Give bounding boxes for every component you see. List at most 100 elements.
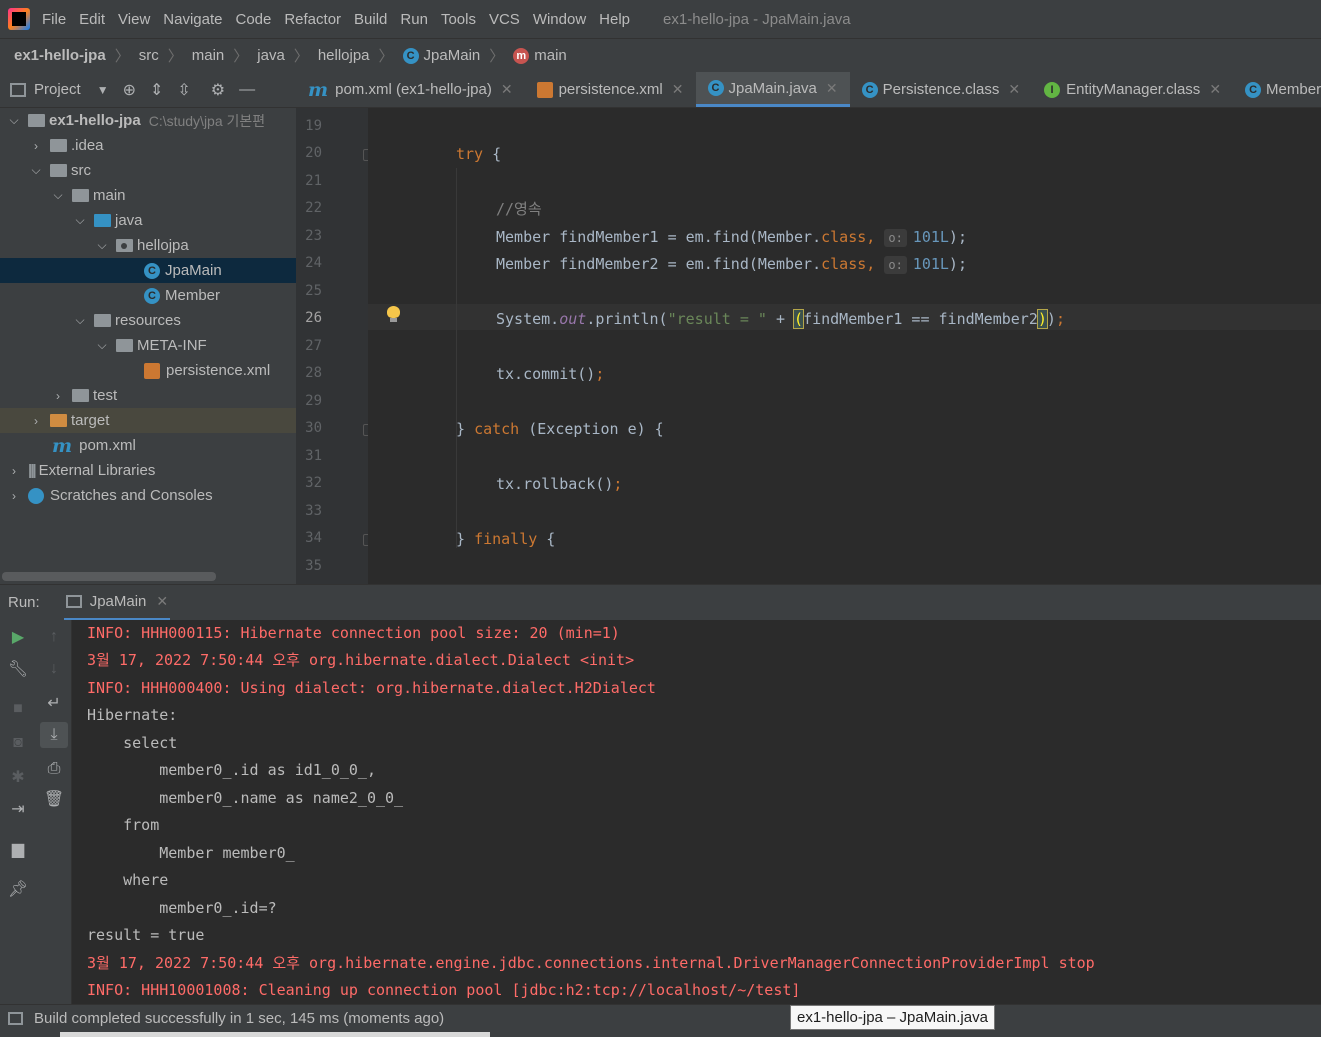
run-tab-jpamain[interactable]: JpaMain ✕: [63, 585, 171, 621]
tree-item-persistence-xml[interactable]: persistence.xml: [0, 358, 296, 383]
wrench-icon[interactable]: 🔧︎: [0, 656, 36, 682]
breadcrumb-project[interactable]: ex1-hello-jpa: [14, 47, 106, 64]
breadcrumb-method-main[interactable]: m main: [513, 47, 567, 64]
layout-icon[interactable]: ▆: [0, 836, 36, 862]
collapse-all-icon[interactable]: ⇳: [177, 80, 190, 100]
chevron-down-icon[interactable]: ⌵: [72, 213, 88, 228]
tree-item-hellojpa[interactable]: ⌵ hellojpa: [0, 233, 296, 258]
menu-edit[interactable]: Edit: [79, 11, 105, 28]
breadcrumb-src[interactable]: src: [139, 47, 159, 64]
chevron-right-icon[interactable]: ›: [28, 139, 44, 153]
chevron-right-icon[interactable]: ›: [6, 489, 22, 503]
tab-entitymanager-class[interactable]: I EntityManager.class ✕: [1032, 72, 1233, 107]
tree-label: resources: [115, 312, 181, 329]
module-folder-icon: [28, 114, 45, 127]
status-bar: Build completed successfully in 1 sec, 1…: [0, 1004, 1321, 1032]
menu-vcs[interactable]: VCS: [489, 11, 520, 28]
up-arrow-icon[interactable]: ↑: [36, 624, 72, 650]
toggle-tool-windows-icon[interactable]: [8, 1012, 23, 1025]
line-number: 27: [305, 338, 322, 354]
tree-item-resources[interactable]: ⌵ resources: [0, 308, 296, 333]
close-icon[interactable]: ✕: [1008, 81, 1020, 98]
code-line-20: try {: [456, 143, 501, 165]
project-view-selector[interactable]: Project: [34, 81, 81, 98]
close-icon[interactable]: ✕: [672, 81, 684, 98]
tree-item-test[interactable]: › test: [0, 383, 296, 408]
menu-build[interactable]: Build: [354, 11, 387, 28]
breadcrumb-hellojpa[interactable]: hellojpa: [318, 47, 370, 64]
menu-code[interactable]: Code: [235, 11, 271, 28]
lightbulb-icon[interactable]: [387, 306, 400, 322]
chevron-down-icon[interactable]: ⌵: [94, 238, 110, 253]
tree-item-meta-inf[interactable]: ⌵ META-INF: [0, 333, 296, 358]
menu-window[interactable]: Window: [533, 11, 586, 28]
exit-icon[interactable]: ⇥: [0, 796, 36, 822]
tree-item-scratches[interactable]: › Scratches and Consoles: [0, 483, 296, 508]
tree-item-member[interactable]: C Member: [0, 283, 296, 308]
taskbar-strip: [0, 1032, 1321, 1037]
menu-help[interactable]: Help: [599, 11, 630, 28]
chevron-right-icon[interactable]: ›: [28, 414, 44, 428]
menu-tools[interactable]: Tools: [441, 11, 476, 28]
menu-view[interactable]: View: [118, 11, 150, 28]
menu-refactor[interactable]: Refactor: [284, 11, 341, 28]
chevron-right-icon[interactable]: ›: [50, 389, 66, 403]
tab-persistence-xml[interactable]: persistence.xml ✕: [525, 72, 696, 107]
chevron-down-icon[interactable]: ⌵: [28, 163, 44, 178]
tree-item-project[interactable]: ⌵ ex1-hello-jpa C:\study\jpa 기본편: [0, 108, 296, 133]
code-editor[interactable]: try { //영속 Member findMember1 = em.find(…: [368, 108, 1321, 584]
code-token: ;: [613, 475, 623, 493]
tab-jpamain-java[interactable]: C JpaMain.java ✕: [695, 72, 850, 107]
breadcrumb-jpamain[interactable]: C JpaMain: [402, 47, 480, 64]
close-icon[interactable]: ✕: [156, 593, 168, 610]
console-line: Member member0_: [87, 844, 295, 862]
dropdown-arrow-icon[interactable]: ▼: [97, 83, 109, 97]
debug-icon[interactable]: ✱: [0, 764, 36, 790]
tree-item-src[interactable]: ⌵ src: [0, 158, 296, 183]
tree-item-jpamain[interactable]: C JpaMain: [0, 258, 296, 283]
console-output[interactable]: INFO: HHH000115: Hibernate connection po…: [72, 620, 1321, 1004]
breadcrumb-java[interactable]: java: [257, 47, 285, 64]
locate-target-icon[interactable]: ⊕: [123, 80, 136, 100]
editor-gutter: 19 20 21 22 23 24 25 26 27 28 29 30 31 3…: [296, 108, 368, 584]
tab-member-java[interactable]: C Member.jav: [1233, 72, 1321, 107]
pin-icon[interactable]: 📌︎: [0, 876, 36, 902]
close-icon[interactable]: ✕: [1209, 81, 1221, 98]
tree-item-java[interactable]: ⌵ java: [0, 208, 296, 233]
trash-icon[interactable]: 🗑︎: [36, 786, 72, 812]
chevron-down-icon[interactable]: ⌵: [6, 113, 22, 128]
tab-label: pom.xml (ex1-hello-jpa): [335, 81, 492, 98]
tree-item-idea[interactable]: › .idea: [0, 133, 296, 158]
tree-item-target[interactable]: › target: [0, 408, 296, 433]
code-token: System.: [496, 310, 560, 328]
libraries-icon: |||: [28, 462, 36, 479]
down-arrow-icon[interactable]: ↓: [36, 656, 72, 682]
camera-icon[interactable]: ◙: [0, 730, 36, 756]
menu-navigate[interactable]: Navigate: [163, 11, 222, 28]
chevron-down-icon[interactable]: ⌵: [72, 313, 88, 328]
tree-item-main[interactable]: ⌵ main: [0, 183, 296, 208]
scroll-to-end-icon[interactable]: ⤓: [40, 722, 68, 748]
close-icon[interactable]: ✕: [826, 80, 838, 97]
horizontal-scrollbar[interactable]: [2, 572, 216, 581]
tab-persistence-class[interactable]: C Persistence.class ✕: [850, 72, 1032, 107]
chevron-right-icon[interactable]: ›: [6, 464, 22, 478]
tree-item-pom-xml[interactable]: m pom.xml: [0, 433, 296, 458]
tree-label: hellojpa: [137, 237, 189, 254]
print-icon[interactable]: ⎙: [36, 756, 72, 782]
menu-file[interactable]: File: [42, 11, 66, 28]
chevron-down-icon[interactable]: ⌵: [94, 338, 110, 353]
tree-item-external-libraries[interactable]: › ||| External Libraries: [0, 458, 296, 483]
gear-icon[interactable]: ⚙: [211, 80, 225, 100]
close-icon[interactable]: ✕: [501, 81, 513, 98]
expand-all-icon[interactable]: ⇕: [150, 80, 163, 100]
breadcrumb-main[interactable]: main: [192, 47, 225, 64]
rerun-icon[interactable]: ▶: [0, 624, 36, 650]
menu-run[interactable]: Run: [400, 11, 428, 28]
hide-panel-icon[interactable]: —: [239, 81, 255, 99]
stop-icon[interactable]: ■: [0, 696, 36, 722]
chevron-down-icon[interactable]: ⌵: [50, 188, 66, 203]
soft-wrap-icon[interactable]: ↵: [36, 690, 72, 716]
tab-pom-xml[interactable]: m pom.xml (ex1-hello-jpa) ✕: [296, 72, 525, 107]
console-line: select: [87, 734, 178, 752]
